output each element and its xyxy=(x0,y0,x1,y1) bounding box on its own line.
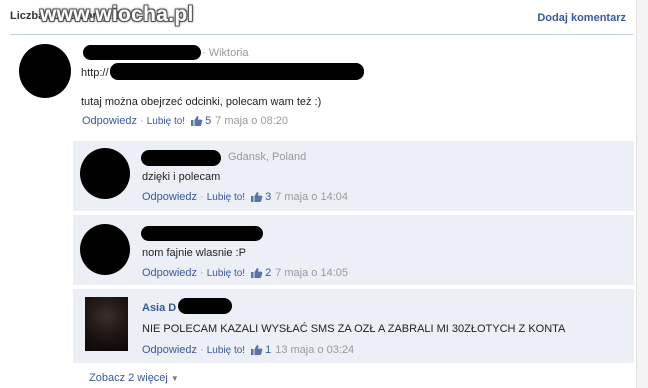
comment-text: nom fajnie wlasnie :P xyxy=(142,247,246,259)
caret-down-icon: ▼ xyxy=(170,374,179,383)
show-more-link[interactable]: Zobacz 2 więcej ▼ xyxy=(89,372,179,384)
redacted-link xyxy=(110,63,364,80)
avatar[interactable] xyxy=(85,297,128,351)
avatar[interactable] xyxy=(80,224,130,275)
comment-date[interactable]: 7 maja o 08:20 xyxy=(215,115,288,127)
comment-date[interactable]: 7 maja o 14:05 xyxy=(275,267,348,279)
comment-date[interactable]: 7 maja o 14:04 xyxy=(275,191,348,203)
avatar[interactable] xyxy=(19,44,71,98)
comment-actions: Odpowiedz · Lubię to! 5 7 maja o 08:20 xyxy=(82,115,288,127)
reply-comment-3: Asia D NIE POLECAM KAZALI WYSŁAĆ SMS ZA … xyxy=(73,288,634,363)
header-divider xyxy=(10,34,633,35)
redacted-name xyxy=(141,226,263,241)
thumbs-up-icon xyxy=(251,345,263,355)
watermark: www.wiocha.pl xyxy=(40,3,194,26)
redacted-name xyxy=(83,45,201,60)
like-count[interactable]: 5 xyxy=(205,115,211,127)
show-more-label: Zobacz 2 więcej xyxy=(89,372,168,384)
like-link[interactable]: Lubię to! xyxy=(207,268,245,279)
scrollbar[interactable] xyxy=(636,0,648,388)
like-link[interactable]: Lubię to! xyxy=(207,345,245,356)
like-count[interactable]: 2 xyxy=(265,267,271,279)
comment-1: · Wiktoria http:// tutaj można obejrzeć … xyxy=(10,36,634,136)
comment-text: dzięki i polecam xyxy=(142,171,221,183)
reply-link[interactable]: Odpowiedz xyxy=(142,344,197,356)
comment-author-name[interactable]: Asia D xyxy=(142,302,176,314)
comment-text-link[interactable]: http:// xyxy=(81,67,109,79)
comment-text: NIE POLECAM KAZALI WYSŁAĆ SMS ZA OZŁ A Z… xyxy=(142,323,566,335)
thumbs-up-icon xyxy=(191,116,203,126)
add-comment-link[interactable]: Dodaj komentarz xyxy=(537,12,626,24)
reply-link[interactable]: Odpowiedz xyxy=(142,191,197,203)
comment-actions: Odpowiedz · Lubię to! 2 7 maja o 14:05 xyxy=(142,267,348,279)
comment-location: · Wiktoria xyxy=(202,47,249,59)
reply-comment-2: nom fajnie wlasnie :P Odpowiedz · Lubię … xyxy=(73,214,634,285)
reply-link[interactable]: Odpowiedz xyxy=(142,267,197,279)
comment-actions: Odpowiedz · Lubię to! 3 7 maja o 14:04 xyxy=(142,191,348,203)
like-link[interactable]: Lubię to! xyxy=(147,116,185,127)
avatar[interactable] xyxy=(80,148,130,199)
redacted-name xyxy=(178,298,232,314)
like-link[interactable]: Lubię to! xyxy=(207,192,245,203)
comment-location: Gdansk, Poland xyxy=(228,151,307,163)
redacted-name xyxy=(141,150,221,166)
comment-text: tutaj można obejrzeć odcinki, polecam wa… xyxy=(81,96,322,108)
reply-comment-1: Gdansk, Poland dzięki i polecam Odpowied… xyxy=(73,140,634,211)
like-count[interactable]: 3 xyxy=(265,191,271,203)
thumbs-up-icon xyxy=(251,192,263,202)
like-count[interactable]: 1 xyxy=(265,344,271,356)
reply-link[interactable]: Odpowiedz xyxy=(82,115,137,127)
comment-actions: Odpowiedz · Lubię to! 1 13 maja o 03:24 xyxy=(142,344,355,356)
comment-date[interactable]: 13 maja o 03:24 xyxy=(275,344,354,356)
thumbs-up-icon xyxy=(251,268,263,278)
